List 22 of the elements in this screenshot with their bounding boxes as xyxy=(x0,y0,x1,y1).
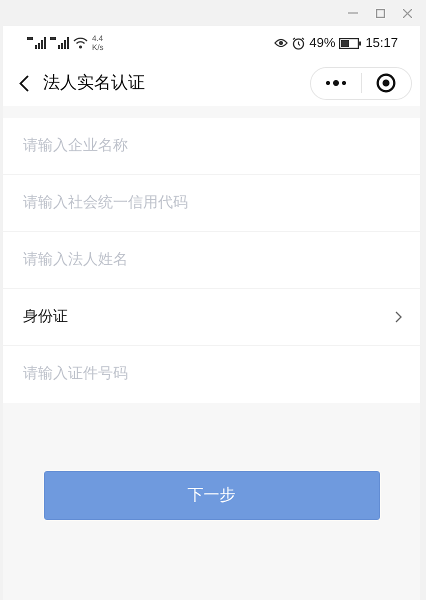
back-icon[interactable] xyxy=(19,74,29,92)
input-field[interactable]: 请输入证件号码 xyxy=(23,363,402,386)
id-type-select[interactable]: 身份证 xyxy=(3,289,420,346)
more-icon[interactable] xyxy=(326,80,346,86)
input-field[interactable]: 请输入法人姓名 xyxy=(23,248,402,272)
signal-icon xyxy=(27,37,46,49)
chevron-right-icon xyxy=(395,311,402,323)
speed-value: 4.4 xyxy=(92,34,104,43)
clock-time: 15:17 xyxy=(365,34,398,52)
wifi-icon xyxy=(73,37,88,49)
signal-icon xyxy=(50,37,69,49)
close-icon[interactable] xyxy=(403,8,412,18)
page-title: 法人实名认证 xyxy=(43,72,145,94)
close-target-icon[interactable] xyxy=(376,73,396,93)
speed-unit: K/s xyxy=(92,43,104,52)
input-field[interactable]: 请输入社会统一信用代码 xyxy=(23,192,402,214)
battery-percent: 49% xyxy=(309,34,336,52)
battery-icon xyxy=(339,38,362,48)
maximize-icon[interactable] xyxy=(376,8,385,18)
alarm-icon xyxy=(292,36,306,50)
input-field[interactable]: 请输入企业名称 xyxy=(23,134,402,158)
eye-icon xyxy=(274,38,288,48)
